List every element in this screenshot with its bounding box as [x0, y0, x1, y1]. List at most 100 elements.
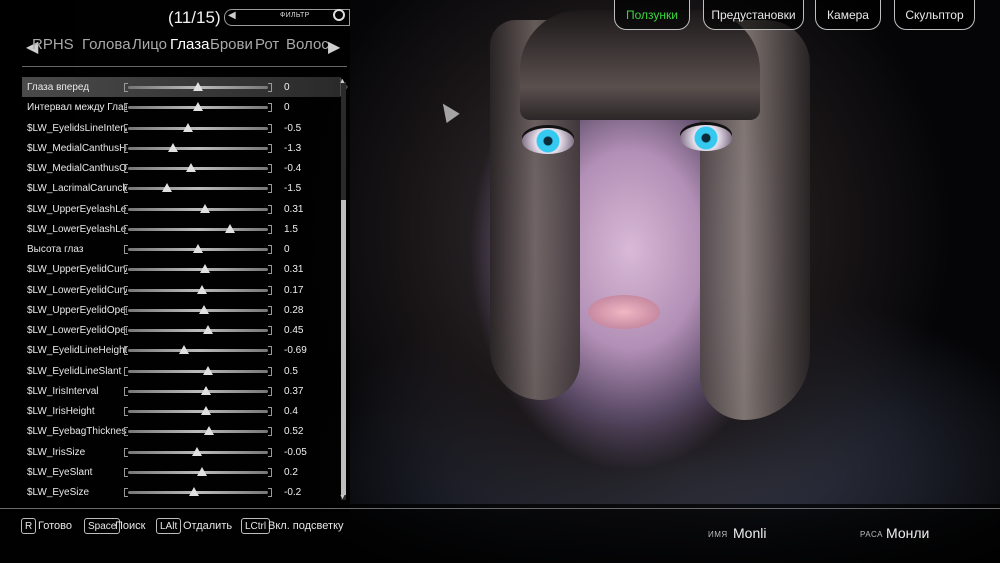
slider-track[interactable] — [124, 466, 272, 477]
top-menu-button-3[interactable]: Камера — [815, 0, 881, 30]
slider-knob[interactable] — [191, 446, 202, 456]
scrollbar-thumb[interactable] — [341, 200, 346, 495]
slider-knob[interactable] — [193, 102, 203, 112]
slider-value: -0.4 — [284, 163, 302, 174]
slider-knob[interactable] — [201, 406, 212, 415]
tab-6[interactable]: Рот — [255, 36, 279, 53]
slider-row[interactable]: $LW_UpperEyelidOpen 0.28 — [22, 300, 340, 320]
top-menu-button-1[interactable]: Ползунки — [614, 0, 690, 30]
slider-row[interactable]: $LW_EyeSize -0.2 — [22, 482, 340, 502]
slider-row[interactable]: $LW_EyelidLineHeight -0.69 — [22, 340, 340, 360]
slider-knob[interactable] — [188, 487, 199, 496]
slider-label: $LW_UpperEyelidOpen — [27, 304, 127, 316]
slider-value: -0.69 — [284, 345, 307, 357]
slider-label: $LW_EyeSlant — [27, 466, 93, 478]
slider-row[interactable]: Глаза вперед 0 — [22, 77, 348, 98]
slider-knob[interactable] — [204, 426, 215, 436]
tab-7[interactable]: Волос — [286, 36, 329, 53]
hotkey-label[interactable]: Отдалить — [183, 520, 232, 532]
slider-row[interactable]: $LW_LowerEyelashLength 1.5 — [22, 219, 340, 239]
hotkey-badge: LAlt — [156, 518, 182, 534]
slider-row[interactable]: $LW_UpperEyelashLength 0.31 — [22, 199, 340, 219]
character-race[interactable]: Монли — [886, 525, 929, 541]
tab-5[interactable]: Брови — [210, 36, 253, 53]
slider-row[interactable]: $LW_MedialCanthusOpen -0.4 — [22, 158, 340, 178]
slider-knob[interactable] — [202, 325, 213, 334]
slider-track[interactable] — [124, 426, 272, 437]
slider-row[interactable]: $LW_EyeSlant 0.2 — [22, 462, 340, 482]
name-caption: ИМЯ — [708, 530, 728, 539]
slider-track[interactable] — [124, 183, 272, 194]
slider-knob[interactable] — [200, 264, 210, 274]
tab-4[interactable]: Глаза — [170, 36, 209, 53]
slider-row[interactable]: $LW_MedialCanthusHeight -1.3 — [22, 138, 340, 158]
slider-track[interactable] — [124, 446, 272, 457]
slider-row[interactable]: Высота глаз 0 — [22, 239, 340, 259]
slider-row[interactable]: $LW_IrisInterval 0.37 — [22, 381, 340, 401]
slider-knob[interactable] — [167, 142, 178, 152]
slider-track[interactable] — [124, 345, 272, 356]
slider-row[interactable]: $LW_IrisHeight 0.4 — [22, 401, 340, 421]
slider-knob[interactable] — [201, 385, 212, 395]
slider-knob[interactable] — [193, 82, 203, 91]
slider-knob[interactable] — [202, 365, 213, 375]
page-counter: (11/15) — [168, 8, 221, 27]
slider-row[interactable]: Интервал между Глазами 0 — [22, 97, 340, 117]
slider-track[interactable] — [124, 264, 272, 275]
hotkey-label[interactable]: Вкл. подсветку — [268, 520, 344, 532]
slider-row[interactable]: $LW_LowerEyelidOpen 0.45 — [22, 320, 340, 340]
lips — [588, 295, 660, 329]
slider-track[interactable] — [124, 365, 272, 376]
slider-track[interactable] — [124, 406, 272, 416]
hotkey-label[interactable]: Готово — [38, 520, 72, 532]
hotkey-badge: LCtrl — [241, 518, 271, 534]
slider-track[interactable] — [124, 244, 272, 254]
slider-row[interactable]: $LW_IrisSize -0.05 — [22, 442, 340, 462]
scroll-down-icon[interactable]: ▼ — [339, 494, 346, 501]
tab-2[interactable]: Голова — [82, 36, 131, 53]
hotkey-label[interactable]: Поиск — [115, 520, 145, 532]
top-menu-button-4[interactable]: Скульптор — [894, 0, 975, 30]
slider-row[interactable]: $LW_UpperEyelidCurve 0.31 — [22, 259, 340, 279]
slider-row[interactable]: $LW_EyelidsLineInterval -0.5 — [22, 118, 340, 138]
filter-icon[interactable] — [333, 9, 345, 21]
tab-next-arrow-icon[interactable]: ▶ — [328, 37, 340, 57]
tab-3[interactable]: Лицо — [132, 36, 167, 53]
slider-track[interactable] — [124, 304, 272, 315]
slider-track[interactable] — [124, 163, 272, 173]
slider-track[interactable] — [124, 325, 272, 335]
top-menu-button-2[interactable]: Предустановки — [703, 0, 804, 30]
slider-knob[interactable] — [225, 223, 236, 233]
slider-label: Глаза вперед — [27, 82, 90, 93]
slider-knob[interactable] — [198, 304, 209, 314]
slider-knob[interactable] — [200, 203, 210, 213]
slider-track[interactable] — [124, 142, 272, 153]
slider-value: 0.4 — [284, 406, 298, 417]
character-name[interactable]: Monli — [733, 525, 766, 541]
slider-knob[interactable] — [193, 244, 203, 253]
slider-row[interactable]: $LW_EyelidLineSlant 0.5 — [22, 361, 340, 381]
slider-value: 0.45 — [284, 325, 304, 336]
tab-1[interactable]: RPHS — [32, 36, 74, 53]
slider-row[interactable]: $LW_EyebagThickness 0.52 — [22, 421, 340, 441]
slider-row[interactable]: $LW_LowerEyelidCurve 0.17 — [22, 280, 340, 300]
slider-track[interactable] — [124, 82, 272, 92]
slider-track[interactable] — [124, 223, 272, 234]
slider-knob[interactable] — [162, 183, 173, 193]
slider-knob[interactable] — [197, 284, 208, 294]
slider-row[interactable]: $LW_LacrimalCaruncleSize -1.5 — [22, 178, 340, 198]
bottom-bar — [0, 504, 1000, 563]
scroll-up-icon[interactable]: ▲ — [339, 78, 346, 85]
slider-label: $LW_EyeSize — [27, 487, 90, 498]
slider-knob[interactable] — [197, 466, 208, 476]
slider-knob[interactable] — [183, 122, 194, 132]
slider-knob[interactable] — [179, 345, 189, 355]
slider-track[interactable] — [124, 385, 272, 396]
slider-value: -0.2 — [284, 487, 302, 498]
slider-track[interactable] — [124, 203, 272, 214]
slider-track[interactable] — [124, 122, 272, 133]
slider-track[interactable] — [124, 102, 272, 113]
slider-knob[interactable] — [186, 163, 196, 172]
slider-track[interactable] — [124, 284, 272, 295]
slider-track[interactable] — [124, 487, 272, 497]
